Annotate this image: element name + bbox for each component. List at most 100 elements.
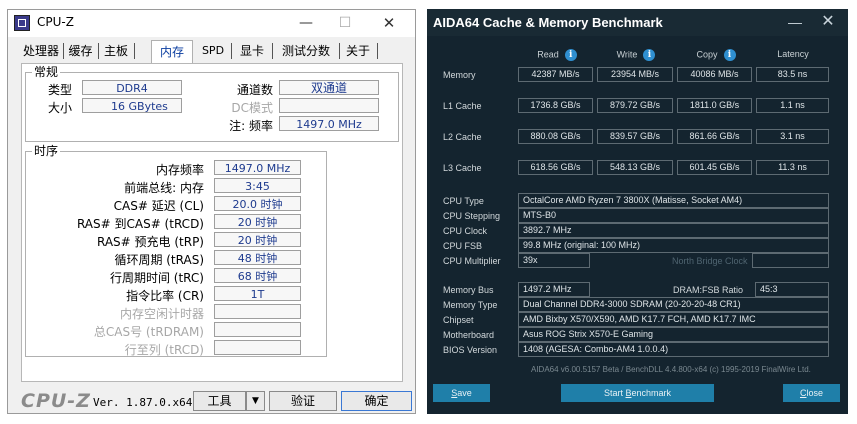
timing-value: 1497.0 MHz (214, 160, 301, 175)
timing-value: 20 时钟 (214, 232, 301, 247)
bench-latency-value: 3.1 ns (756, 129, 829, 144)
note-label: 注: 频率 (229, 119, 273, 133)
read-header-label: Read (537, 49, 559, 60)
cpu-type-value: OctalCore AMD Ryzen 7 3800X (Matisse, So… (518, 193, 829, 208)
type-label: 类型 (47, 83, 72, 97)
ok-button[interactable]: 确定 (341, 391, 412, 411)
cpu-multiplier-value: 39x (518, 253, 590, 268)
save-button[interactable]: Save (433, 384, 490, 402)
bench-read-value: 880.08 GB/s (518, 129, 593, 144)
chipset-label: Chipset (443, 315, 474, 325)
bench-row-label: Memory (443, 70, 476, 80)
tab-separator (63, 43, 64, 59)
verify-button[interactable]: 验证 (269, 391, 337, 411)
cpu-clock-label: CPU Clock (443, 226, 488, 236)
maximize-icon[interactable]: ☐ (330, 13, 360, 33)
cpuz-footer: CPU-Z Ver. 1.87.0.x64 工具 ▼ 验证 确定 (8, 383, 415, 413)
timing-label: 内存频率 (155, 163, 204, 177)
size-value: 16 GBytes (82, 98, 182, 113)
tab-cache[interactable]: 缓存 (67, 40, 94, 62)
minimize-icon[interactable]: — (291, 13, 321, 33)
bench-copy-value: 601.45 GB/s (677, 160, 752, 175)
bench-write-value: 23954 MB/s (597, 67, 673, 82)
timing-label: 前端总线: 内存 (124, 181, 204, 195)
cpuz-titlebar: CPU-Z — ☐ ✕ (8, 10, 415, 37)
tab-mainboard[interactable]: 主板 (102, 40, 130, 62)
cpuz-tab-bar: 处理器 缓存 主板 内存 SPD 显卡 测试分数 关于 (8, 40, 415, 63)
tab-graphics[interactable]: 显卡 (238, 40, 266, 62)
benchmark-label-end: enchmark (631, 388, 672, 398)
tab-spd[interactable]: SPD (200, 40, 226, 62)
bench-write-value: 548.13 GB/s (597, 160, 673, 175)
motherboard-value: Asus ROG Strix X570-E Gaming (518, 327, 829, 342)
cpu-fsb-label: CPU FSB (443, 241, 483, 251)
timing-value: 1T (214, 286, 301, 301)
cpu-fsb-value: 99.8 MHz (original: 100 MHz) (518, 238, 829, 253)
close-icon[interactable]: ✕ (817, 12, 839, 32)
write-header: Write i (597, 49, 675, 61)
timing-value (214, 340, 301, 355)
tools-button[interactable]: 工具 (193, 391, 246, 411)
bench-write-value: 879.72 GB/s (597, 98, 673, 113)
cpuz-logo: CPU-Z (21, 390, 91, 412)
dram-fsb-label: DRAM:FSB Ratio (673, 285, 744, 295)
memory-bus-label: Memory Bus (443, 285, 494, 295)
cpu-multiplier-label: CPU Multiplier (443, 256, 501, 266)
tab-processor[interactable]: 处理器 (22, 40, 60, 62)
size-label: 大小 (47, 101, 72, 115)
bench-row-label: L1 Cache (443, 101, 482, 111)
close-icon[interactable]: ✕ (374, 13, 404, 33)
memory-bus-value: 1497.2 MHz (518, 282, 590, 297)
tab-separator (98, 43, 99, 59)
timing-value: 20.0 时钟 (214, 196, 301, 211)
info-icon[interactable]: i (723, 49, 736, 61)
timing-label: 循环周期 (tRAS) (114, 253, 204, 267)
tab-separator (231, 43, 232, 59)
memory-panel: 常规 类型 DDR4 大小 16 GBytes 通道数 双通道 DC模式 注: … (21, 63, 403, 382)
minimize-icon[interactable]: — (784, 12, 806, 32)
timing-value: 3:45 (214, 178, 301, 193)
cpu-stepping-label: CPU Stepping (443, 211, 501, 221)
close-button[interactable]: Close (783, 384, 840, 402)
close-label: lose (806, 388, 823, 398)
timing-label: 内存空闲计时器 (119, 307, 204, 321)
bios-value: 1408 (AGESA: Combo-AM4 1.0.0.4) (518, 342, 829, 357)
timing-value: 48 时钟 (214, 250, 301, 265)
timing-value (214, 304, 301, 319)
cpuz-window: CPU-Z — ☐ ✕ 处理器 缓存 主板 内存 SPD 显卡 测试分数 关于 … (7, 9, 416, 414)
tab-memory[interactable]: 内存 (151, 40, 193, 63)
bench-row-label: L3 Cache (443, 163, 482, 173)
tab-bench[interactable]: 测试分数 (278, 40, 334, 62)
tools-dropdown-arrow-icon[interactable]: ▼ (246, 391, 265, 411)
start-benchmark-button[interactable]: Start Benchmark (561, 384, 714, 402)
info-icon[interactable]: i (564, 49, 577, 61)
read-header: Read i (518, 49, 596, 61)
version-text: Ver. 1.87.0.x64 (93, 396, 193, 409)
chipset-value: AMD Bixby X570/X590, AMD K17.7 FCH, AMD … (518, 312, 829, 327)
bench-latency-value: 1.1 ns (756, 98, 829, 113)
aida64-window-title: AIDA64 Cache & Memory Benchmark (433, 15, 663, 30)
timing-label: 指令比率 (CR) (126, 289, 204, 303)
tab-separator (134, 43, 135, 59)
channel-value: 双通道 (279, 80, 379, 95)
timing-value: 68 时钟 (214, 268, 301, 283)
bench-read-value: 1736.8 GB/s (518, 98, 593, 113)
copy-header-label: Copy (696, 49, 718, 60)
latency-header: Latency (777, 49, 809, 59)
timing-value (214, 322, 301, 337)
aida64-footnote: AIDA64 v6.00.5157 Beta / BenchDLL 4.4.80… (531, 365, 811, 374)
info-icon[interactable]: i (643, 49, 656, 61)
type-value: DDR4 (82, 80, 182, 95)
north-bridge-value (752, 253, 829, 268)
tab-separator (339, 43, 340, 59)
tab-about[interactable]: 关于 (344, 40, 372, 62)
bench-read-value: 42387 MB/s (518, 67, 593, 82)
cpu-clock-value: 3892.7 MHz (518, 223, 829, 238)
motherboard-label: Motherboard (443, 330, 495, 340)
general-group: 常规 类型 DDR4 大小 16 GBytes 通道数 双通道 DC模式 注: … (25, 65, 399, 142)
general-group-label: 常规 (32, 65, 61, 79)
bench-latency-value: 83.5 ns (756, 67, 829, 82)
timing-label: 行至列 (tRCD) (124, 343, 204, 357)
timing-label: 总CAS号 (tRDRAM) (93, 325, 204, 339)
bench-read-value: 618.56 GB/s (518, 160, 593, 175)
